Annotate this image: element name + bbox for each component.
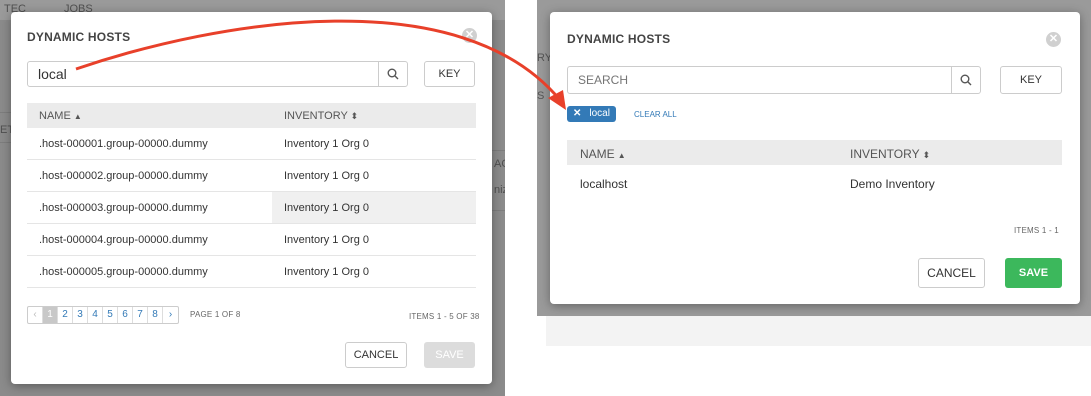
arrow-head-icon: [548, 90, 566, 110]
arrow-curve: [75, 19, 562, 101]
annotation-arrow: [75, 19, 566, 110]
